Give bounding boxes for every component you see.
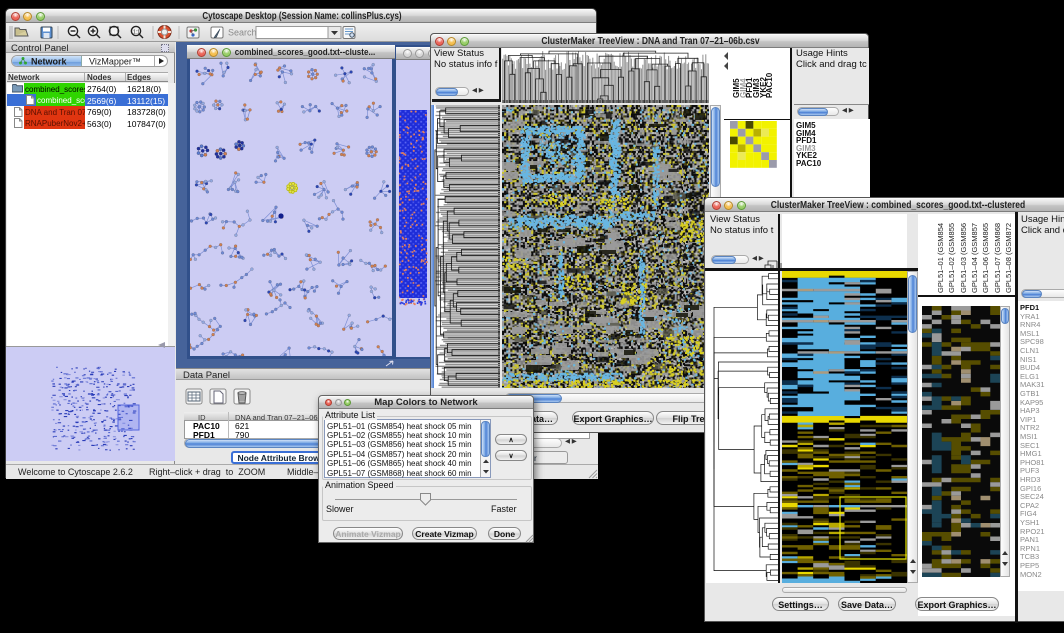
svg-text:Network: Network xyxy=(31,57,68,67)
svg-text:Search:: Search: xyxy=(228,28,259,38)
svg-text:VizMapper™: VizMapper™ xyxy=(89,57,141,67)
svg-text:1:1: 1:1 xyxy=(133,30,140,36)
